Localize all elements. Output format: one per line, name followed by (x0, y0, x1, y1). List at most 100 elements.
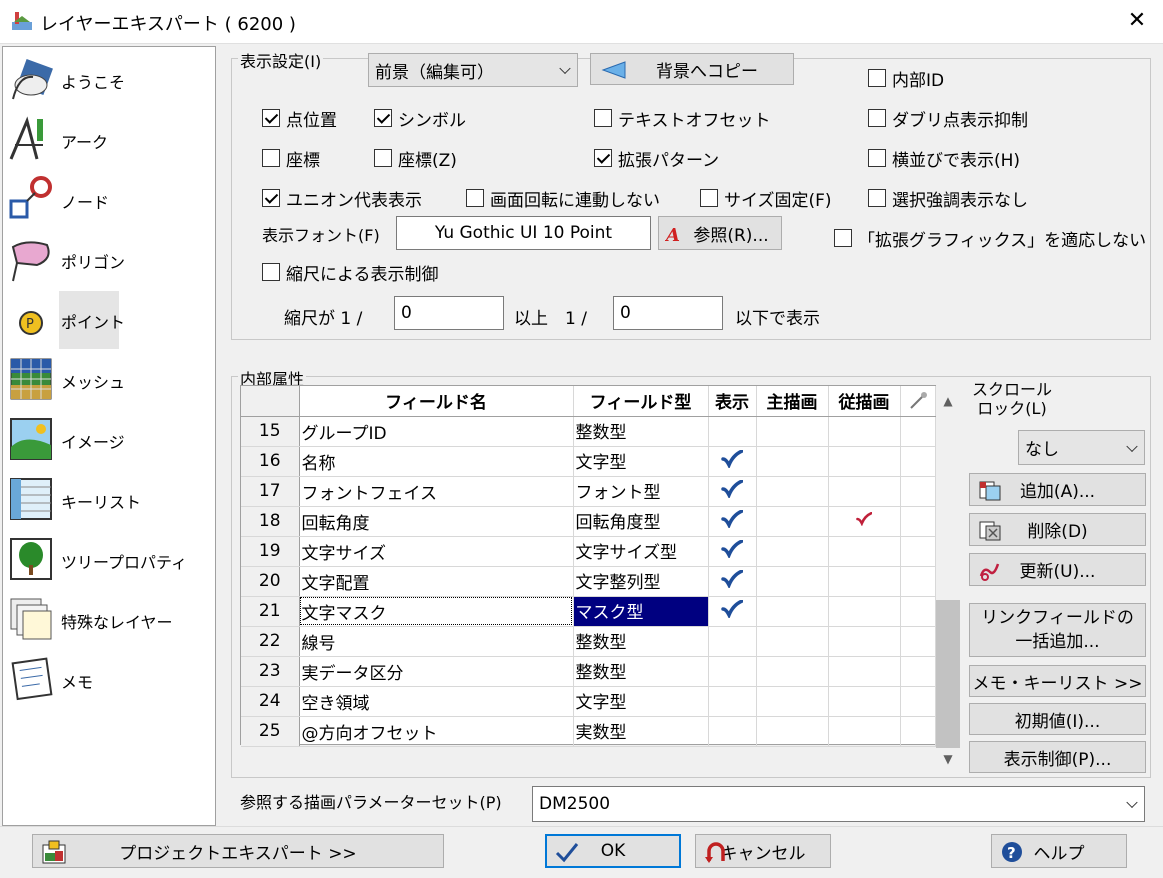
no-highlight-checkbox[interactable]: 選択強調表示なし (868, 186, 1028, 211)
fixed-size-checkbox[interactable]: サイズ固定(F) (700, 186, 832, 211)
main-draw-cell[interactable] (756, 626, 829, 657)
sub-draw-cell[interactable] (828, 566, 901, 597)
field-name-cell[interactable]: 文字配置 (299, 566, 574, 597)
field-name-cell[interactable]: 文字マスク (299, 596, 574, 627)
cancel-button[interactable]: キャンセル (695, 834, 831, 868)
column-header-field-name[interactable]: フィールド名 (299, 386, 574, 417)
defaults-button[interactable]: 初期値(I)... (969, 703, 1146, 735)
display-control-button[interactable]: 表示制御(P)... (969, 741, 1146, 773)
main-draw-cell[interactable] (756, 446, 829, 477)
sub-draw-cell[interactable] (828, 446, 901, 477)
sub-draw-cell[interactable] (828, 596, 901, 627)
field-name-cell[interactable]: @方向オフセット (299, 716, 574, 747)
link-cell[interactable] (900, 686, 936, 717)
coord-z-checkbox[interactable]: 座標(Z) (374, 146, 457, 171)
field-type-cell[interactable]: 文字型 (573, 446, 709, 477)
sub-draw-cell[interactable] (828, 656, 901, 687)
display-mode-select[interactable]: 前景（編集可） (368, 53, 578, 87)
table-row[interactable]: 23 実データ区分 整数型 (241, 656, 936, 687)
main-draw-cell[interactable] (756, 596, 829, 627)
show-cell[interactable] (708, 536, 757, 567)
field-name-cell[interactable]: フォントフェイス (299, 476, 574, 507)
field-name-cell[interactable]: 文字サイズ (299, 536, 574, 567)
sidebar-item-memo[interactable]: メモ (3, 649, 215, 709)
field-name-cell[interactable]: 名称 (299, 446, 574, 477)
table-row[interactable]: 22 線号 整数型 (241, 626, 936, 657)
scale-control-checkbox[interactable]: 縮尺による表示制御 (262, 260, 439, 285)
field-type-cell[interactable]: フォント型 (573, 476, 709, 507)
field-type-cell[interactable]: 整数型 (573, 626, 709, 657)
symbol-checkbox[interactable]: シンボル (374, 106, 466, 131)
show-cell[interactable] (708, 446, 757, 477)
close-icon[interactable]: ✕ (1122, 6, 1152, 36)
field-name-cell[interactable]: 空き領域 (299, 686, 574, 717)
show-cell[interactable] (708, 596, 757, 627)
internal-id-checkbox[interactable]: 内部ID (868, 66, 944, 91)
sub-draw-cell[interactable] (828, 686, 901, 717)
sub-draw-cell[interactable] (828, 416, 901, 447)
show-cell[interactable] (708, 506, 757, 537)
add-field-button[interactable]: 追加(A)... (969, 473, 1146, 506)
column-header-sub-draw[interactable]: 従描画 (828, 386, 901, 417)
grid-scrollbar[interactable]: ▲ ▼ (936, 385, 960, 773)
main-draw-cell[interactable] (756, 416, 829, 447)
show-cell[interactable] (708, 716, 757, 747)
main-draw-cell[interactable] (756, 566, 829, 597)
link-cell[interactable] (900, 446, 936, 477)
text-offset-checkbox[interactable]: テキストオフセット (594, 106, 771, 131)
show-cell[interactable] (708, 686, 757, 717)
sub-draw-cell[interactable] (828, 536, 901, 567)
field-type-cell[interactable]: 文字サイズ型 (573, 536, 709, 567)
field-name-cell[interactable]: 実データ区分 (299, 656, 574, 687)
sidebar-item-welcome[interactable]: ようこそ (3, 49, 215, 109)
scroll-down-icon[interactable]: ▼ (936, 747, 960, 771)
sidebar-item-polygon[interactable]: ポリゴン (3, 229, 215, 289)
link-cell[interactable] (900, 506, 936, 537)
table-row[interactable]: 19 文字サイズ 文字サイズ型 (241, 536, 936, 567)
update-field-button[interactable]: 更新(U)... (969, 553, 1146, 586)
field-grid[interactable]: フィールド名 フィールド型 表示 主描画 従描画 15 グループID 整数型 16 名称… (240, 385, 936, 747)
row-number[interactable]: 23 (241, 656, 300, 687)
link-cell[interactable] (900, 716, 936, 747)
font-browse-button[interactable]: A 参照(R)... (658, 216, 782, 250)
field-type-cell[interactable]: マスク型 (573, 596, 709, 627)
field-type-cell[interactable]: 整数型 (573, 416, 709, 447)
show-cell[interactable] (708, 566, 757, 597)
sidebar-item-special-layer[interactable]: 特殊なレイヤー (3, 589, 215, 649)
row-number[interactable]: 17 (241, 476, 300, 507)
sidebar-item-keylist[interactable]: キーリスト (3, 469, 215, 529)
no-rotate-checkbox[interactable]: 画面回転に連動しない (466, 186, 660, 211)
link-cell[interactable] (900, 536, 936, 567)
no-extended-graphics-checkbox[interactable]: 「拡張グラフィックス」を適応しない (834, 226, 1146, 251)
field-type-cell[interactable]: 文字整列型 (573, 566, 709, 597)
show-cell[interactable] (708, 416, 757, 447)
sub-draw-cell[interactable] (828, 476, 901, 507)
ok-button[interactable]: OK (545, 834, 681, 868)
show-cell[interactable] (708, 656, 757, 687)
sidebar-item-image[interactable]: イメージ (3, 409, 215, 469)
main-draw-cell[interactable] (756, 536, 829, 567)
field-name-cell[interactable]: グループID (299, 416, 574, 447)
link-cell[interactable] (900, 656, 936, 687)
scroll-up-icon[interactable]: ▲ (936, 389, 960, 413)
row-number[interactable]: 16 (241, 446, 300, 477)
main-draw-cell[interactable] (756, 686, 829, 717)
coord-checkbox[interactable]: 座標 (262, 146, 320, 171)
help-button[interactable]: ? ヘルプ (991, 834, 1127, 868)
field-name-cell[interactable]: 線号 (299, 626, 574, 657)
row-number[interactable]: 15 (241, 416, 300, 447)
main-draw-cell[interactable] (756, 476, 829, 507)
memo-keylist-button[interactable]: メモ・キーリスト >> (969, 665, 1146, 697)
duplicate-suppress-checkbox[interactable]: ダブリ点表示抑制 (868, 106, 1028, 131)
column-header-field-type[interactable]: フィールド型 (573, 386, 709, 417)
field-name-cell[interactable]: 回転角度 (299, 506, 574, 537)
main-draw-cell[interactable] (756, 716, 829, 747)
table-row[interactable]: 15 グループID 整数型 (241, 416, 936, 447)
table-row[interactable]: 17 フォントフェイス フォント型 (241, 476, 936, 507)
table-row[interactable]: 20 文字配置 文字整列型 (241, 566, 936, 597)
extended-pattern-checkbox[interactable]: 拡張パターン (594, 146, 719, 171)
row-number[interactable]: 20 (241, 566, 300, 597)
row-number[interactable]: 25 (241, 716, 300, 747)
sidebar-item-point[interactable]: P ポイント (3, 289, 215, 349)
show-cell[interactable] (708, 626, 757, 657)
